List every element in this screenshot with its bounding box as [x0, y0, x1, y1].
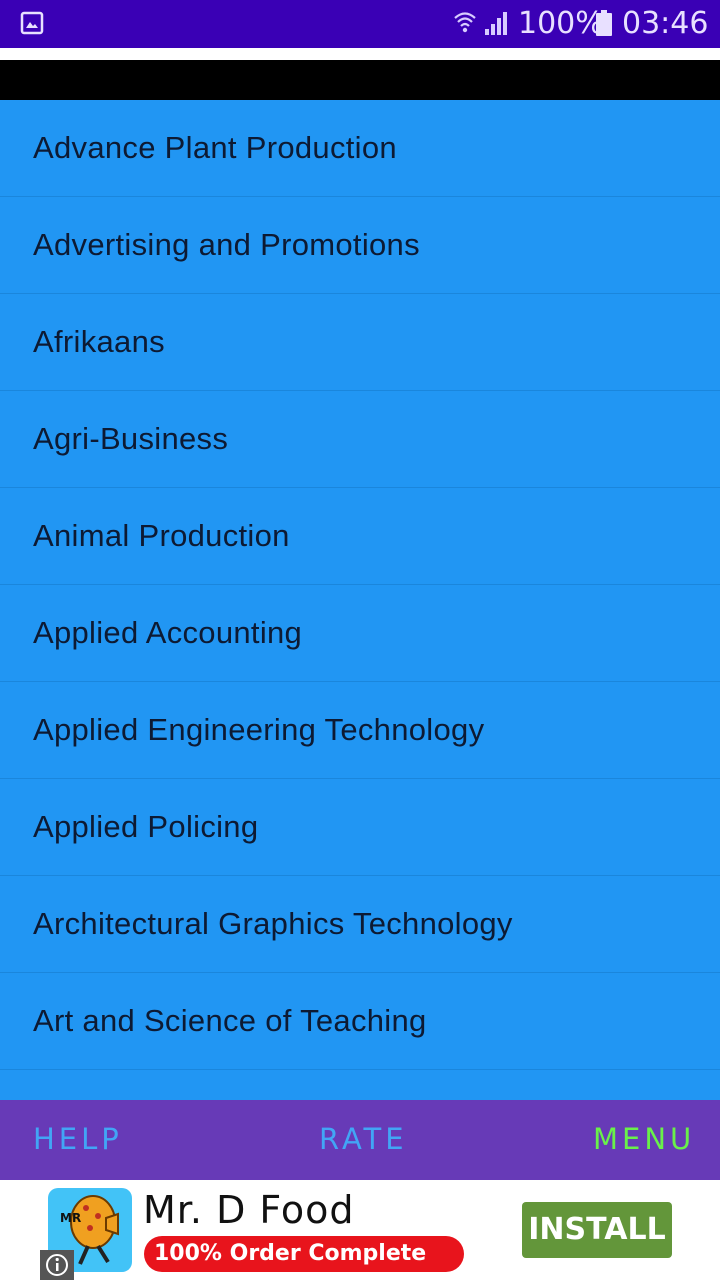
list-item-label: Agri-Business	[33, 421, 229, 456]
menu-button[interactable]: MENU	[593, 1122, 695, 1156]
bottom-nav: HELP RATE MENU	[0, 1100, 720, 1180]
list-item[interactable]: Afrikaans	[0, 294, 720, 391]
list-item-label: Applied Policing	[33, 809, 259, 844]
ad-banner[interactable]: MR Mr. D Food 100% Order Complete INSTAL…	[0, 1180, 720, 1280]
list-item[interactable]: Agri-Business	[0, 391, 720, 488]
wifi-icon	[454, 12, 476, 33]
ad-badge: 100% Order Complete	[144, 1236, 464, 1272]
list-item-label: Afrikaans	[33, 324, 165, 359]
list-item[interactable]: Applied Accounting	[0, 585, 720, 682]
list-item-label: Advance Plant Production	[33, 130, 397, 165]
battery-percentage: 100%	[518, 6, 604, 41]
list-item[interactable]: Applied Engineering Technology	[0, 682, 720, 779]
help-button[interactable]: HELP	[33, 1122, 123, 1156]
list-item[interactable]: Applied Policing	[0, 779, 720, 876]
info-icon[interactable]	[40, 1250, 74, 1280]
status-bar: 100% 03:46	[0, 0, 720, 48]
header-bar	[0, 60, 720, 100]
list-item[interactable]: Advance Plant Production	[0, 100, 720, 197]
gallery-icon	[20, 11, 44, 35]
list-item[interactable]: Architectural Graphics Technology	[0, 876, 720, 973]
signal-icon	[485, 12, 507, 35]
status-clock: 03:46	[622, 6, 709, 41]
install-button[interactable]: INSTALL	[522, 1202, 672, 1258]
list-item[interactable]: Art and Science of Teaching	[0, 973, 720, 1070]
svg-text:MR: MR	[60, 1211, 81, 1225]
subject-list[interactable]: Advance Plant Production Advertising and…	[0, 100, 720, 1100]
header-gap	[0, 48, 720, 60]
rate-button[interactable]: RATE	[319, 1122, 408, 1156]
list-item-label: Art and Science of Teaching	[33, 1003, 427, 1038]
list-item[interactable]: Advertising and Promotions	[0, 197, 720, 294]
battery-icon	[596, 10, 612, 36]
list-item-label: Advertising and Promotions	[33, 227, 420, 262]
ad-title[interactable]: Mr. D Food	[143, 1188, 355, 1232]
list-item-label: Applied Accounting	[33, 615, 303, 650]
list-item-label: Architectural Graphics Technology	[33, 906, 513, 941]
list-item-label: Animal Production	[33, 518, 290, 553]
list-item-label: Applied Engineering Technology	[33, 712, 485, 747]
list-item[interactable]: Animal Production	[0, 488, 720, 585]
